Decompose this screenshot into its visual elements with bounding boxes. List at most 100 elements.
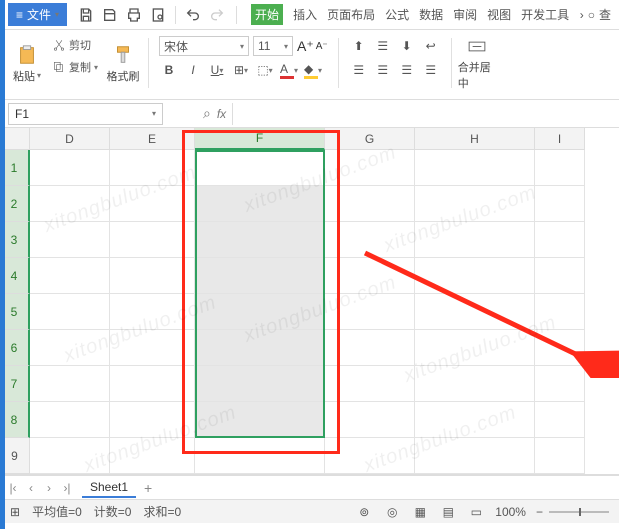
cell[interactable]: [30, 330, 110, 366]
redo-icon[interactable]: [206, 4, 228, 26]
merge-center-button[interactable]: 合并居中: [458, 36, 496, 91]
cell[interactable]: [325, 150, 415, 186]
paste-button[interactable]: 粘贴▾: [8, 36, 46, 91]
name-box[interactable]: F1 ▾: [8, 103, 163, 125]
cell[interactable]: [415, 150, 535, 186]
cell[interactable]: [195, 366, 325, 402]
cloud-icon[interactable]: ⊚: [355, 505, 373, 519]
save-as-icon[interactable]: [99, 4, 121, 26]
bold-button[interactable]: B: [159, 60, 179, 80]
zoom-out-icon[interactable]: −: [536, 505, 543, 519]
format-painter-button[interactable]: 格式刷: [104, 36, 142, 91]
formula-input[interactable]: [232, 103, 619, 125]
cell[interactable]: [535, 222, 585, 258]
cell[interactable]: [415, 330, 535, 366]
align-center-icon[interactable]: ☰: [373, 60, 393, 80]
align-bottom-icon[interactable]: ⬇: [397, 36, 417, 56]
wrap-text-icon[interactable]: ↩: [421, 36, 441, 56]
indent-icon[interactable]: ☰: [421, 60, 441, 80]
cell[interactable]: [415, 366, 535, 402]
file-menu-button[interactable]: ≡ 文件 ▾: [8, 3, 67, 26]
align-left-icon[interactable]: ☰: [349, 60, 369, 80]
cell[interactable]: [195, 438, 325, 474]
font-name-select[interactable]: 宋体 ▾: [159, 36, 249, 56]
decrease-font-icon[interactable]: A⁻: [316, 41, 328, 52]
cut-button[interactable]: 剪切: [50, 36, 100, 54]
cell[interactable]: [325, 438, 415, 474]
search-icon[interactable]: ○: [588, 8, 595, 22]
cell[interactable]: [415, 186, 535, 222]
align-right-icon[interactable]: ☰: [397, 60, 417, 80]
col-header-E[interactable]: E: [110, 128, 195, 150]
sheet-prev-icon[interactable]: ‹: [24, 481, 38, 495]
formula-zoom-icon[interactable]: ⌕: [203, 105, 211, 122]
cell[interactable]: [535, 438, 585, 474]
cell[interactable]: [30, 438, 110, 474]
cell[interactable]: [195, 330, 325, 366]
cell[interactable]: [415, 438, 535, 474]
normal-view-icon[interactable]: ▦: [411, 505, 429, 519]
cell[interactable]: [535, 258, 585, 294]
cell[interactable]: [535, 150, 585, 186]
col-header-I[interactable]: I: [535, 128, 585, 150]
cell[interactable]: [535, 294, 585, 330]
underline-button[interactable]: U▾: [207, 60, 227, 80]
tab-insert[interactable]: 插入: [293, 6, 317, 23]
col-header-H[interactable]: H: [415, 128, 535, 150]
cell[interactable]: [195, 258, 325, 294]
cell[interactable]: [110, 330, 195, 366]
cell[interactable]: [415, 222, 535, 258]
cell[interactable]: [325, 258, 415, 294]
undo-icon[interactable]: [182, 4, 204, 26]
cell[interactable]: [415, 294, 535, 330]
cell[interactable]: [110, 366, 195, 402]
cell[interactable]: [30, 366, 110, 402]
cell[interactable]: [30, 402, 110, 438]
cell[interactable]: [535, 186, 585, 222]
page-break-view-icon[interactable]: ▤: [439, 505, 457, 519]
font-color-button[interactable]: A▾: [279, 60, 299, 80]
fill-alt-button[interactable]: ⬚▾: [255, 60, 275, 80]
cell[interactable]: [325, 222, 415, 258]
cell[interactable]: [110, 150, 195, 186]
cell[interactable]: [415, 402, 535, 438]
cell[interactable]: [325, 330, 415, 366]
zoom-slider[interactable]: −: [536, 505, 609, 519]
cell[interactable]: [195, 294, 325, 330]
cell[interactable]: [195, 222, 325, 258]
cell[interactable]: [110, 186, 195, 222]
cell[interactable]: [30, 258, 110, 294]
chevron-right-icon[interactable]: ›: [580, 8, 584, 22]
cell[interactable]: [110, 438, 195, 474]
sheet-next-icon[interactable]: ›: [42, 481, 56, 495]
cell[interactable]: [30, 186, 110, 222]
cell[interactable]: [195, 186, 325, 222]
sheet-last-icon[interactable]: ›|: [60, 481, 74, 495]
cell[interactable]: [110, 294, 195, 330]
cell[interactable]: [535, 330, 585, 366]
align-middle-icon[interactable]: ☰: [373, 36, 393, 56]
cell[interactable]: [110, 222, 195, 258]
cell[interactable]: [110, 402, 195, 438]
cell[interactable]: [30, 150, 110, 186]
spreadsheet-grid[interactable]: D E F G H I 1 2 3 4 5 6 7 8 9: [0, 128, 619, 475]
add-sheet-button[interactable]: +: [144, 480, 152, 496]
cell[interactable]: [195, 150, 325, 186]
copy-button[interactable]: 复制▾: [50, 58, 100, 76]
cell[interactable]: [195, 402, 325, 438]
fx-icon[interactable]: fx: [217, 107, 226, 121]
cell[interactable]: [415, 258, 535, 294]
border-button[interactable]: ⊞▾: [231, 60, 251, 80]
cell[interactable]: [30, 294, 110, 330]
col-header-D[interactable]: D: [30, 128, 110, 150]
cell[interactable]: [325, 186, 415, 222]
tab-home[interactable]: 开始: [251, 4, 283, 25]
tab-data[interactable]: 数据: [419, 6, 443, 23]
zoom-value[interactable]: 100%: [495, 505, 526, 519]
tab-page-layout[interactable]: 页面布局: [327, 6, 375, 23]
mode-icon[interactable]: ⊞: [10, 505, 20, 519]
increase-font-icon[interactable]: A⁺: [297, 38, 314, 55]
font-size-select[interactable]: 11 ▾: [253, 36, 293, 56]
page-layout-view-icon[interactable]: ▭: [467, 505, 485, 519]
zoom-track[interactable]: [549, 511, 609, 513]
